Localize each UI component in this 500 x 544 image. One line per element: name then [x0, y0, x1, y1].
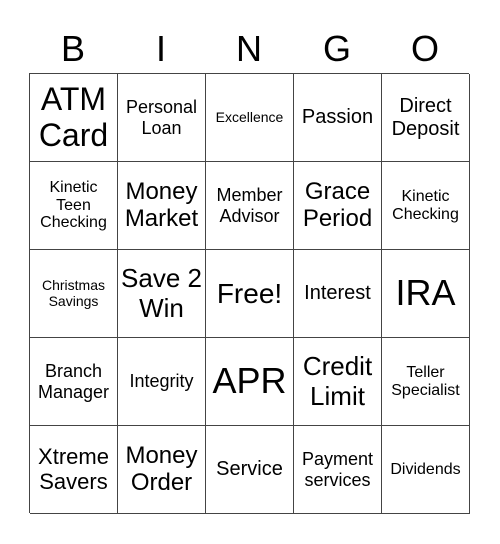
bingo-cell[interactable]: IRA — [382, 250, 470, 338]
header-letter-g: G — [322, 28, 351, 69]
bingo-cell[interactable]: Save 2 Win — [118, 250, 206, 338]
header-letter-i: I — [155, 28, 166, 69]
bingo-cell[interactable]: Personal Loan — [118, 74, 206, 162]
bingo-cell[interactable]: APR — [206, 338, 294, 426]
bingo-cell[interactable]: Interest — [294, 250, 382, 338]
bingo-cell[interactable]: Dividends — [382, 426, 470, 514]
bingo-grid: ATM Card Personal Loan Excellence Passio… — [29, 73, 470, 514]
bingo-cell[interactable]: Grace Period — [294, 162, 382, 250]
bingo-cell[interactable]: Branch Manager — [30, 338, 118, 426]
bingo-cell[interactable]: Member Advisor — [206, 162, 294, 250]
bingo-cell[interactable]: ATM Card — [30, 74, 118, 162]
bingo-cell[interactable]: Service — [206, 426, 294, 514]
header-letter-o: O — [410, 28, 439, 69]
bingo-cell[interactable]: Credit Limit — [294, 338, 382, 426]
bingo-cell[interactable]: Integrity — [118, 338, 206, 426]
bingo-cell[interactable]: Xtreme Savers — [30, 426, 118, 514]
header-letter-n: N — [236, 28, 262, 69]
bingo-cell[interactable]: Payment services — [294, 426, 382, 514]
header-letter-b: B — [60, 28, 85, 69]
bingo-cell[interactable]: Excellence — [206, 74, 294, 162]
bingo-cell[interactable]: Teller Specialist — [382, 338, 470, 426]
bingo-cell[interactable]: Christmas Savings — [30, 250, 118, 338]
bingo-cell[interactable]: Direct Deposit — [382, 74, 470, 162]
bingo-cell[interactable]: Kinetic Checking — [382, 162, 470, 250]
bingo-cell[interactable]: Money Order — [118, 426, 206, 514]
bingo-cell[interactable]: Passion — [294, 74, 382, 162]
bingo-cell-free[interactable]: Free! — [206, 250, 294, 338]
bingo-cell[interactable]: Money Market — [118, 162, 206, 250]
bingo-cell[interactable]: Kinetic Teen Checking — [30, 162, 118, 250]
bingo-header: B I N G O — [29, 24, 469, 74]
